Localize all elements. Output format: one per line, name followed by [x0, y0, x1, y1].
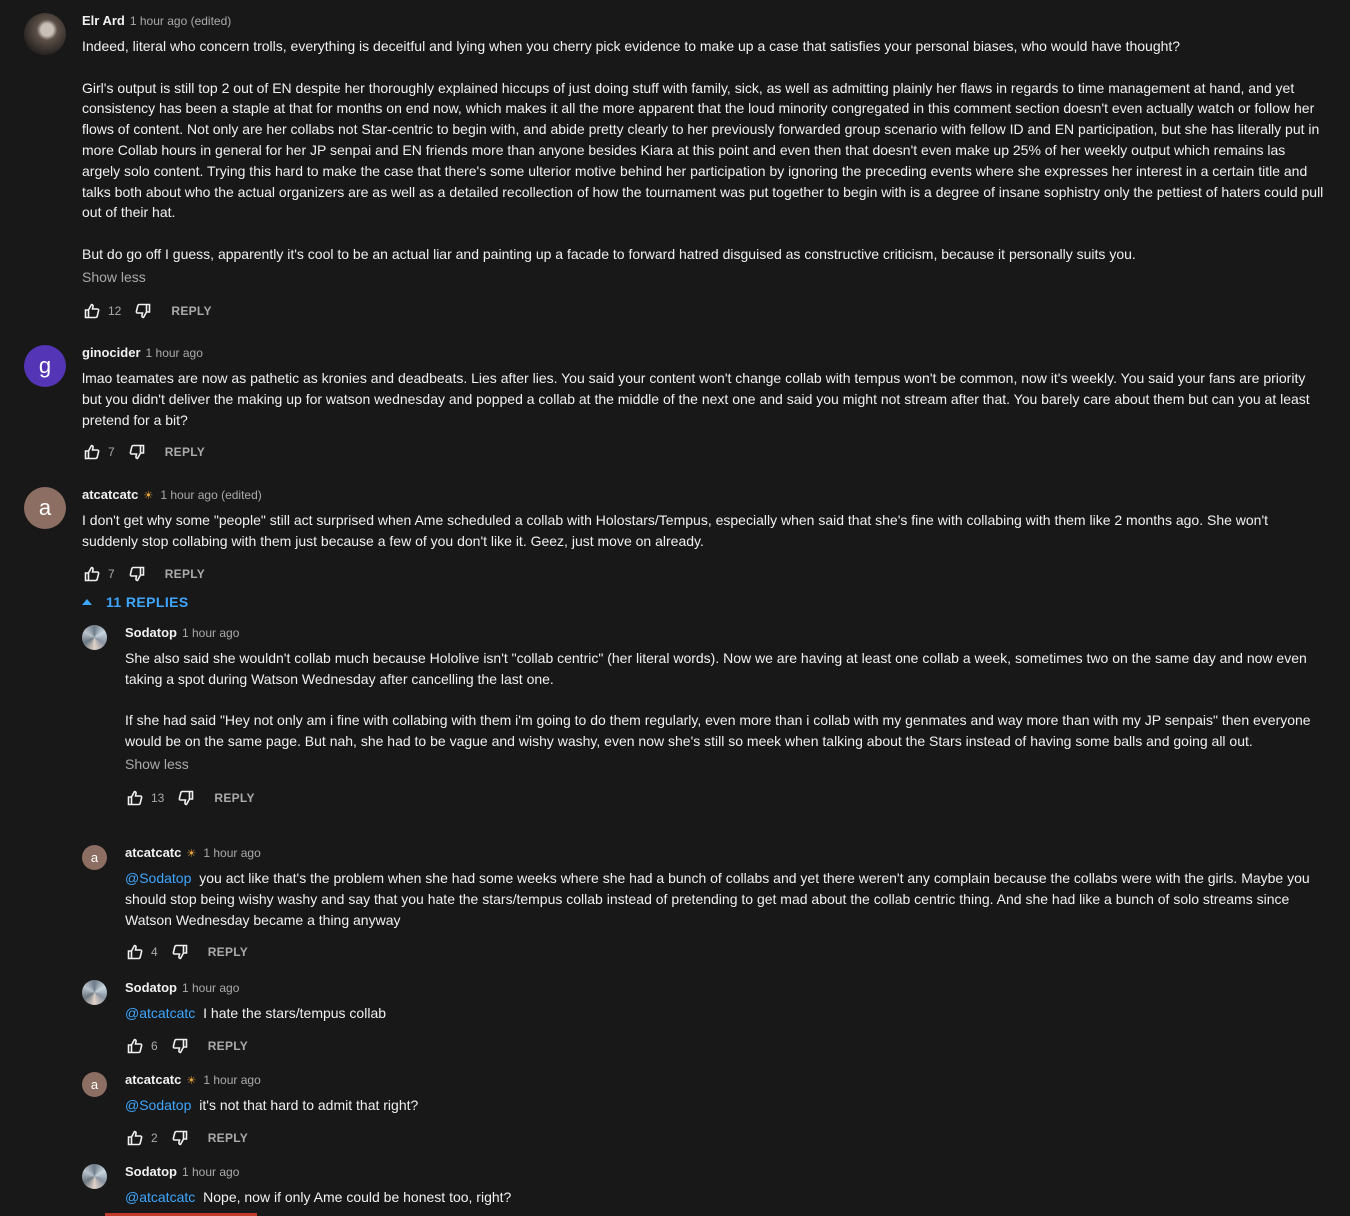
reply-button[interactable]: REPLY [165, 567, 205, 581]
comment-thread: a atcatcatc ☀ 1 hour ago (edited) I don'… [24, 487, 1324, 584]
comment-author[interactable]: Sodatop [125, 1164, 177, 1179]
thumbs-down-icon[interactable] [133, 301, 153, 321]
comment-author[interactable]: atcatcatc [125, 1072, 181, 1087]
comment-time[interactable]: 1 hour ago [182, 626, 239, 640]
comment-time[interactable]: 1 hour ago [182, 981, 239, 995]
member-badge-icon: ☀ [186, 1075, 197, 1087]
comment-time[interactable]: 1 hour ago (edited) [130, 14, 231, 28]
reply-button[interactable]: REPLY [208, 945, 248, 959]
like-count: 13 [151, 790, 165, 805]
comment-text: @Sodatop it's not that hard to admit tha… [125, 1095, 1322, 1116]
avatar[interactable]: a [82, 845, 107, 870]
thumbs-down-icon[interactable] [176, 788, 196, 808]
reply-button[interactable]: REPLY [171, 304, 211, 318]
comment-text: @Sodatop you act like that's the problem… [125, 868, 1322, 930]
mention-link[interactable]: @atcatcatc [125, 1005, 195, 1021]
like-count: 6 [151, 1038, 158, 1053]
like-count: 2 [151, 1130, 158, 1145]
replies-toggle-label: 11 REPLIES [106, 594, 189, 610]
reply-comment: a atcatcatc ☀ 1 hour ago @Sodatop you ac… [82, 845, 1322, 962]
comment-body: Nope, now if only Ame could be honest to… [203, 1189, 512, 1205]
comment-text: Indeed, literal who concern trolls, ever… [82, 38, 1324, 262]
comment-time[interactable]: 1 hour ago (edited) [160, 488, 261, 502]
comment-author[interactable]: atcatcatc [82, 487, 138, 502]
avatar[interactable]: g [24, 345, 66, 387]
reply-button[interactable]: REPLY [214, 791, 254, 805]
reply-comment: a atcatcatc ☀ 1 hour ago @Sodatop it's n… [82, 1072, 1322, 1148]
reply-button[interactable]: REPLY [208, 1039, 248, 1053]
thumbs-up-icon[interactable] [125, 788, 145, 808]
avatar[interactable] [82, 625, 107, 650]
thumbs-up-icon[interactable] [82, 301, 102, 321]
reply-comment: Sodatop 1 hour ago @atcatcatc I hate the… [82, 980, 1322, 1056]
show-less-button[interactable]: Show less [82, 269, 1324, 289]
like-count: 4 [151, 945, 158, 960]
comment-time[interactable]: 1 hour ago [146, 346, 203, 360]
comment-text: She also said she wouldn't collab much b… [125, 650, 1311, 750]
thumbs-up-icon[interactable] [125, 1128, 145, 1148]
avatar[interactable]: a [24, 487, 66, 529]
mention-link[interactable]: @Sodatop [125, 870, 191, 886]
comment-thread: Elr Ard 1 hour ago (edited) Indeed, lite… [24, 13, 1324, 321]
thumbs-up-icon[interactable] [82, 442, 102, 462]
member-badge-icon: ☀ [186, 848, 197, 860]
avatar[interactable] [24, 13, 66, 55]
avatar[interactable] [82, 1164, 107, 1189]
reply-button[interactable]: REPLY [165, 445, 205, 459]
comment-body: I hate the stars/tempus collab [203, 1005, 387, 1021]
comment-author[interactable]: Sodatop [125, 980, 177, 995]
mention-link[interactable]: @atcatcatc [125, 1189, 195, 1205]
comment-text: I don't get why some "people" still act … [82, 512, 1272, 549]
thumbs-down-icon[interactable] [127, 442, 147, 462]
like-count: 7 [108, 566, 115, 581]
thumbs-down-icon[interactable] [170, 1128, 190, 1148]
thumbs-up-icon[interactable] [125, 1036, 145, 1056]
thumbs-up-icon[interactable] [82, 564, 102, 584]
thumbs-down-icon[interactable] [170, 1036, 190, 1056]
mention-link[interactable]: @Sodatop [125, 1097, 191, 1113]
comment-text: lmao teamates are now as pathetic as kro… [82, 370, 1314, 428]
comment-text: @atcatcatc Nope, now if only Ame could b… [125, 1187, 1322, 1208]
member-badge-icon: ☀ [143, 490, 154, 502]
comment-time[interactable]: 1 hour ago [203, 846, 260, 860]
caret-up-icon [82, 599, 92, 605]
comment-author[interactable]: atcatcatc [125, 845, 181, 860]
show-less-button[interactable]: Show less [125, 756, 1322, 776]
reply-comment: Sodatop 1 hour ago @atcatcatc Nope, now … [82, 1164, 1322, 1208]
comment-body: you act like that's the problem when she… [125, 870, 1314, 928]
replies-toggle-button[interactable]: 11 REPLIES [80, 594, 189, 610]
reply-comment: Sodatop 1 hour ago She also said she wou… [82, 625, 1322, 808]
reply-button[interactable]: REPLY [208, 1131, 248, 1145]
comment-thread: g ginocider 1 hour ago lmao teamates are… [24, 345, 1324, 462]
thumbs-down-icon[interactable] [170, 942, 190, 962]
avatar[interactable] [82, 980, 107, 1005]
comment-time[interactable]: 1 hour ago [182, 1165, 239, 1179]
comment-author[interactable]: ginocider [82, 345, 141, 360]
comment-text: @atcatcatc I hate the stars/tempus colla… [125, 1003, 1322, 1024]
avatar[interactable]: a [82, 1072, 107, 1097]
thumbs-down-icon[interactable] [127, 564, 147, 584]
like-count: 7 [108, 445, 115, 460]
thumbs-up-icon[interactable] [125, 942, 145, 962]
like-count: 12 [108, 303, 122, 318]
comment-body: it's not that hard to admit that right? [199, 1097, 419, 1113]
comment-author[interactable]: Elr Ard [82, 13, 125, 28]
comment-author[interactable]: Sodatop [125, 625, 177, 640]
comment-time[interactable]: 1 hour ago [203, 1073, 260, 1087]
